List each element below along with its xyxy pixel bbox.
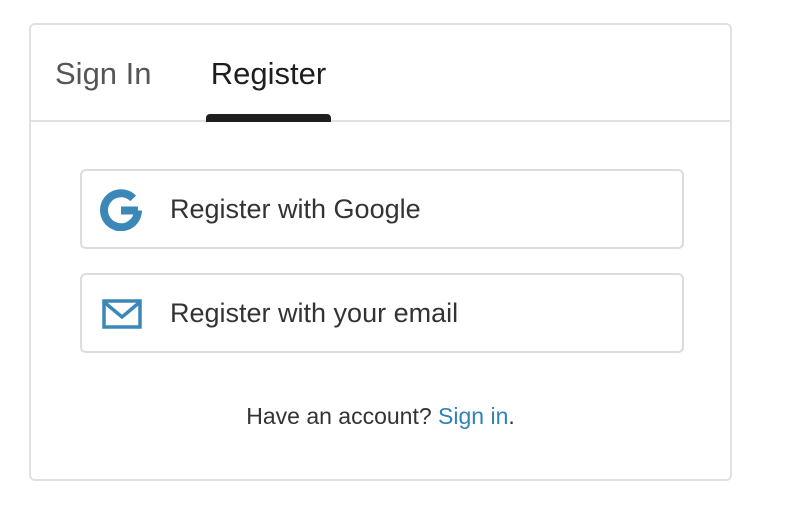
tab-register[interactable]: Register xyxy=(206,25,331,122)
google-icon xyxy=(100,189,144,232)
register-with-email-button[interactable]: Register with your email xyxy=(80,273,684,353)
register-with-google-button[interactable]: Register with Google xyxy=(80,169,684,249)
active-tab-indicator xyxy=(206,114,331,122)
auth-tabs: Sign In Register xyxy=(31,25,730,122)
account-prompt-text: Have an account? xyxy=(246,403,439,429)
auth-card: Sign In Register Register with Google Re… xyxy=(29,23,732,481)
mail-icon xyxy=(100,293,144,335)
email-button-label: Register with your email xyxy=(170,298,459,328)
sign-in-link[interactable]: Sign in xyxy=(438,403,508,429)
account-prompt: Have an account? Sign in. xyxy=(31,403,730,430)
tab-sign-in[interactable]: Sign In xyxy=(55,25,159,122)
google-button-label: Register with Google xyxy=(170,194,421,224)
account-prompt-suffix: . xyxy=(508,403,515,429)
